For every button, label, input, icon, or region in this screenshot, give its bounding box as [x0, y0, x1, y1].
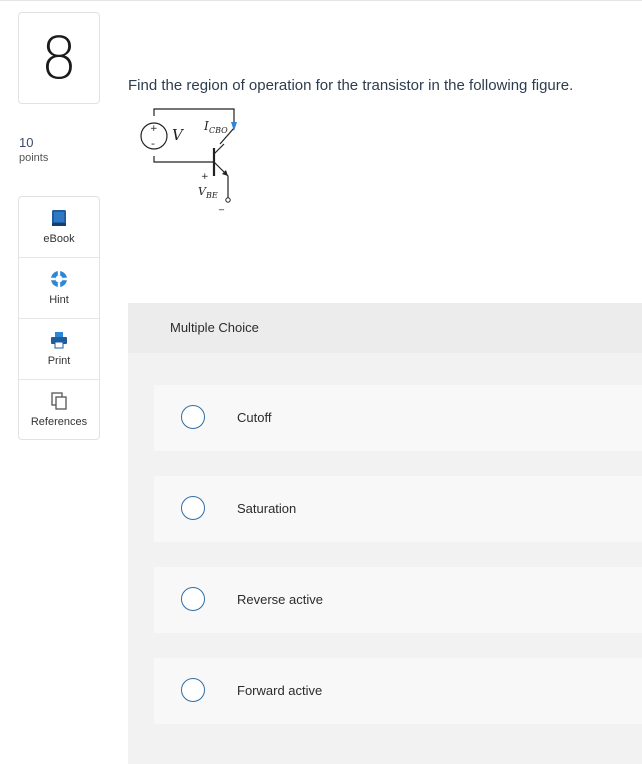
printer-icon — [51, 332, 67, 349]
radio-button[interactable] — [181, 496, 205, 520]
multiple-choice-title: Multiple Choice — [170, 320, 259, 335]
print-label: Print — [47, 355, 71, 367]
vbe-minus: _ — [218, 200, 225, 211]
question-number-box: 8 — [18, 12, 100, 104]
hint-label: Hint — [49, 294, 69, 306]
top-divider — [0, 0, 642, 1]
ebook-label: eBook — [43, 233, 75, 245]
source-minus: - — [151, 137, 155, 150]
choice-forward-active[interactable]: Forward active — [154, 658, 642, 724]
hint-button[interactable]: Hint — [19, 257, 99, 318]
radio-button[interactable] — [181, 587, 205, 611]
ebook-button[interactable]: eBook — [19, 197, 99, 257]
vbe-subscript: BE — [205, 191, 218, 200]
points-value: 10 — [19, 135, 34, 150]
vbe-plus: + — [201, 172, 209, 182]
choice-cutoff[interactable]: Cutoff — [154, 385, 642, 451]
copy-icon — [51, 392, 67, 410]
points-label: points — [19, 152, 49, 164]
source-label: V — [172, 126, 185, 144]
references-label: References — [30, 416, 88, 428]
choice-saturation[interactable]: Saturation — [154, 476, 642, 542]
choice-label: Reverse active — [237, 592, 323, 607]
references-button[interactable]: References — [19, 379, 99, 440]
print-button[interactable]: Print — [19, 318, 99, 379]
tool-panel: eBook Hint Print References — [18, 196, 100, 440]
radio-button[interactable] — [181, 678, 205, 702]
source-plus: + — [150, 124, 158, 134]
lifebuoy-icon — [51, 271, 67, 287]
question-text: Find the region of operation for the tra… — [128, 77, 574, 94]
book-icon — [52, 210, 66, 226]
radio-button[interactable] — [181, 405, 205, 429]
choice-label: Forward active — [237, 683, 323, 698]
choice-reverse-active[interactable]: Reverse active — [154, 567, 642, 633]
transistor-circuit-figure: + - V I CBO + V BE _ — [140, 108, 237, 211]
choice-label: Saturation — [237, 501, 297, 516]
base-wire — [153, 156, 214, 163]
icbo-subscript: CBO — [209, 126, 228, 135]
choice-label: Cutoff — [237, 410, 272, 425]
transistor-collector — [213, 143, 225, 155]
emitter-terminal — [225, 197, 231, 203]
question-number: 8 — [40, 24, 78, 92]
